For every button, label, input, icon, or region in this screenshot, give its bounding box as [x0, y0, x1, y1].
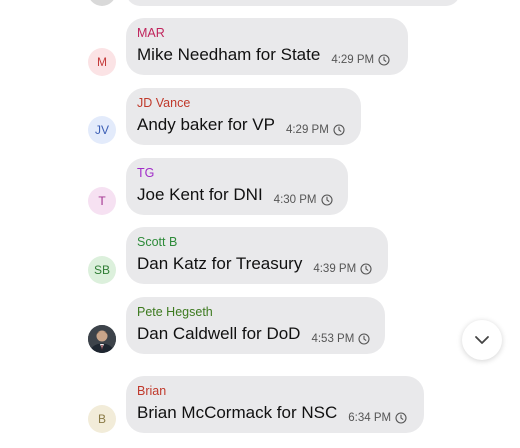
sender-name: Brian — [137, 384, 167, 398]
message-bubble[interactable]: Pete Hegseth Dan Caldwell for DoD 4:53 P… — [126, 297, 385, 354]
message-time: 4:29 PM — [286, 122, 345, 138]
time-label: 6:34 PM — [348, 412, 392, 424]
message-time: 4:30 PM — [274, 192, 333, 208]
sender-name: TG — [137, 166, 155, 180]
avatar: SB — [88, 256, 116, 284]
message-time: 4:29 PM — [331, 52, 390, 68]
message-time: 4:53 PM — [311, 331, 370, 347]
time-label: 4:29 PM — [285, 124, 329, 136]
avatar: B — [88, 405, 116, 433]
clock-icon — [360, 263, 372, 275]
message-time: 6:34 PM — [348, 410, 407, 426]
sender-name: Scott B — [137, 235, 178, 249]
clock-icon — [320, 194, 333, 206]
message-text: Joe Kent for DNI — [137, 185, 263, 204]
message-list[interactable]: M MAR Mike Needham for State 4:29 PM JV … — [0, 0, 520, 448]
avatar-initials: M — [97, 55, 107, 69]
scroll-to-bottom-button[interactable] — [462, 320, 502, 360]
clock-icon — [395, 412, 407, 424]
clock-icon — [333, 124, 345, 136]
message-text: Brian McCormack for NSC — [137, 403, 338, 422]
message-text: Dan Katz for Treasury — [137, 254, 303, 273]
time-label: 4:29 PM — [331, 54, 375, 66]
sender-name: JD Vance — [137, 96, 191, 110]
time-label: 4:53 PM — [311, 333, 355, 345]
message-bubble-partial — [126, 0, 460, 6]
time-label: 4:30 PM — [273, 194, 317, 206]
avatar-initials: SB — [93, 263, 110, 277]
person-photo-icon — [88, 325, 116, 353]
message-bubble[interactable]: JD Vance Andy baker for VP 4:29 PM — [126, 88, 361, 145]
profile-photo — [88, 325, 116, 353]
sender-name: Pete Hegseth — [137, 305, 213, 319]
message-text: Mike Needham for State — [137, 45, 321, 64]
avatar: T — [88, 187, 116, 215]
chevron-down-icon — [475, 336, 489, 344]
clock-icon — [378, 54, 390, 66]
message-bubble[interactable]: MAR Mike Needham for State 4:29 PM — [126, 18, 408, 75]
avatar-initials: T — [98, 194, 106, 208]
time-label: 4:39 PM — [313, 263, 357, 275]
avatar — [88, 0, 116, 6]
avatar: JV — [88, 116, 116, 144]
avatar-initials: JV — [94, 123, 109, 137]
sender-name: MAR — [137, 26, 165, 40]
message-bubble[interactable]: TG Joe Kent for DNI 4:30 PM — [126, 158, 348, 215]
avatar-initials: B — [97, 412, 106, 426]
message-text: Dan Caldwell for DoD — [137, 324, 301, 343]
avatar: M — [88, 48, 116, 76]
message-bubble[interactable]: Brian Brian McCormack for NSC 6:34 PM — [126, 376, 424, 433]
message-time: 4:39 PM — [313, 261, 372, 277]
message-text: Andy baker for VP — [137, 115, 275, 134]
clock-icon — [358, 333, 370, 345]
message-bubble[interactable]: Scott B Dan Katz for Treasury 4:39 PM — [126, 227, 388, 284]
